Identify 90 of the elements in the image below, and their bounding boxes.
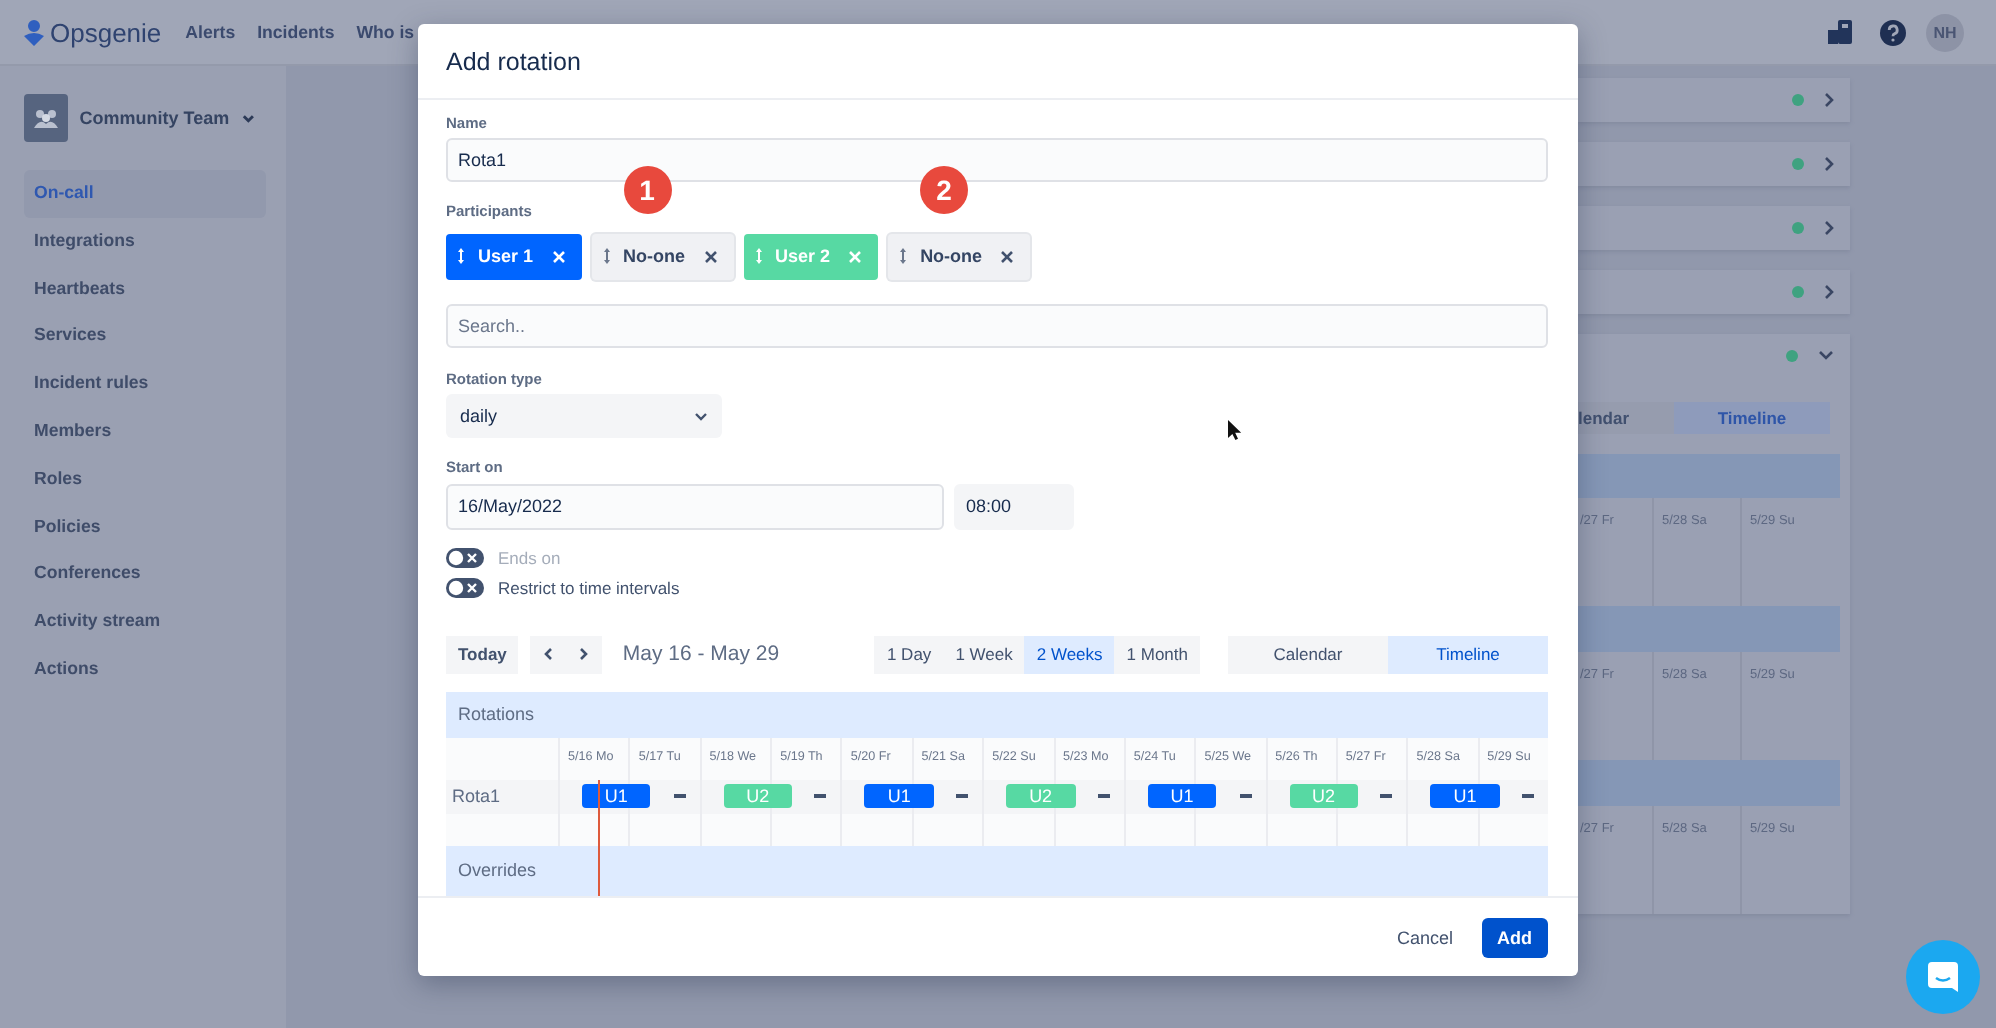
user-avatar[interactable]: NH xyxy=(1926,13,1964,51)
shift-bar: U1 xyxy=(1147,784,1217,809)
participant-name: User 1 xyxy=(478,246,534,267)
view-tab[interactable]: Calendar xyxy=(1228,635,1388,674)
chevron-right-icon[interactable] xyxy=(1824,284,1834,300)
sidebar-item[interactable]: Services xyxy=(24,312,266,361)
close-icon[interactable] xyxy=(703,249,718,264)
shift-bar: U2 xyxy=(1289,784,1358,809)
chat-icon xyxy=(1928,962,1958,992)
shift-bar: U1 xyxy=(582,784,651,809)
chevron-right-icon[interactable] xyxy=(1824,156,1834,172)
app-logo: Opsgenie xyxy=(50,17,162,47)
chevron-right-icon xyxy=(580,648,589,661)
view-tab[interactable]: Timeline xyxy=(1388,635,1548,674)
shift-bar: U1 xyxy=(864,784,934,809)
mouse-cursor-icon xyxy=(1228,420,1242,440)
participant-name: No-one xyxy=(920,246,983,267)
range-tab[interactable]: 1 Week xyxy=(943,635,1025,674)
rotation-type-select[interactable]: daily xyxy=(446,394,722,439)
dash-icon xyxy=(956,794,969,799)
nav-link[interactable]: Who is xyxy=(356,22,415,42)
shift-bar: U1 xyxy=(1430,784,1500,809)
help-icon xyxy=(1880,19,1906,45)
range-tab[interactable]: 2 Weeks xyxy=(1024,635,1115,674)
current-time-line xyxy=(598,779,600,896)
chevron-left-icon xyxy=(544,648,553,661)
participant-chip[interactable]: User 1 xyxy=(446,233,582,280)
add-button[interactable]: Add xyxy=(1481,917,1548,957)
status-dot xyxy=(1786,349,1798,362)
sidebar-item[interactable]: Roles xyxy=(24,455,266,504)
section-header: Overrides xyxy=(446,845,1548,896)
sidebar-item[interactable]: Incident rules xyxy=(24,360,266,408)
cancel-button[interactable]: Cancel xyxy=(1388,919,1461,955)
participant-name: User 2 xyxy=(775,246,831,267)
sidebar-item[interactable]: Integrations xyxy=(24,217,266,266)
dash-icon xyxy=(1097,794,1110,799)
rotation-name: Rota1 xyxy=(450,786,501,807)
name-input[interactable]: Rota1 xyxy=(446,138,1548,183)
chevron-down-icon xyxy=(694,411,708,422)
dash-icon xyxy=(1522,794,1534,799)
chevron-right-icon[interactable] xyxy=(1824,92,1834,108)
view-tab[interactable]: lendar xyxy=(1578,401,1674,434)
previous-button[interactable] xyxy=(530,635,567,674)
status-dot xyxy=(1792,222,1804,234)
toggle-label: Ends on xyxy=(498,548,561,569)
team-name[interactable]: Community Team xyxy=(79,108,230,128)
range-tab[interactable]: 1 Month xyxy=(1114,635,1200,674)
shift-bar: U2 xyxy=(723,784,793,809)
date-input[interactable]: 16/May/2022 xyxy=(446,483,944,530)
drag-handle-icon xyxy=(458,248,464,265)
dash-icon xyxy=(1380,794,1393,799)
dash-icon xyxy=(814,794,827,799)
sidebar-item[interactable]: Heartbeats xyxy=(24,265,266,313)
status-dot xyxy=(1792,286,1804,298)
dashboard-icon xyxy=(1828,20,1852,44)
time-input[interactable]: 08:00 xyxy=(954,483,1074,530)
toggle-label: Restrict to time intervals xyxy=(498,578,680,599)
drag-handle-icon xyxy=(900,248,907,265)
nav-link[interactable]: Alerts xyxy=(185,22,236,42)
dash-icon xyxy=(1239,794,1252,799)
chat-button[interactable] xyxy=(1906,940,1980,1014)
date-range: May 16 - May 29 xyxy=(622,642,780,667)
shift-bar: U2 xyxy=(1006,784,1075,809)
nav-link[interactable]: Incidents xyxy=(257,22,335,42)
sidebar-item[interactable]: On-call xyxy=(24,170,266,218)
toggle-switch[interactable] xyxy=(446,578,484,599)
sidebar-item[interactable]: Activity stream xyxy=(24,598,266,646)
status-dot xyxy=(1792,158,1804,170)
next-button[interactable] xyxy=(566,635,603,674)
section-header: Rotations xyxy=(446,691,1548,738)
sidebar-item[interactable]: Actions xyxy=(24,645,266,694)
today-button[interactable]: Today xyxy=(446,635,519,674)
logo-icon xyxy=(24,19,44,45)
search-input[interactable]: Search.. xyxy=(446,303,1548,348)
close-icon[interactable] xyxy=(1000,249,1015,264)
status-dot xyxy=(1792,94,1804,106)
sidebar-item[interactable]: Policies xyxy=(24,503,266,551)
dialog-title: Add rotation xyxy=(446,47,581,75)
participant-name: No-one xyxy=(623,246,686,267)
people-icon xyxy=(31,107,60,129)
dash-icon xyxy=(673,794,686,799)
drag-handle-icon xyxy=(755,248,762,265)
chevron-down-icon[interactable] xyxy=(1818,350,1834,361)
sidebar-item[interactable]: Members xyxy=(24,407,266,456)
sidebar-item[interactable]: Conferences xyxy=(24,550,266,599)
range-tab[interactable]: 1 Day xyxy=(874,635,944,674)
caret-icon xyxy=(241,113,254,123)
view-tab[interactable]: Timeline xyxy=(1674,401,1830,434)
chevron-right-icon[interactable] xyxy=(1824,220,1834,236)
drag-handle-icon xyxy=(603,248,610,265)
